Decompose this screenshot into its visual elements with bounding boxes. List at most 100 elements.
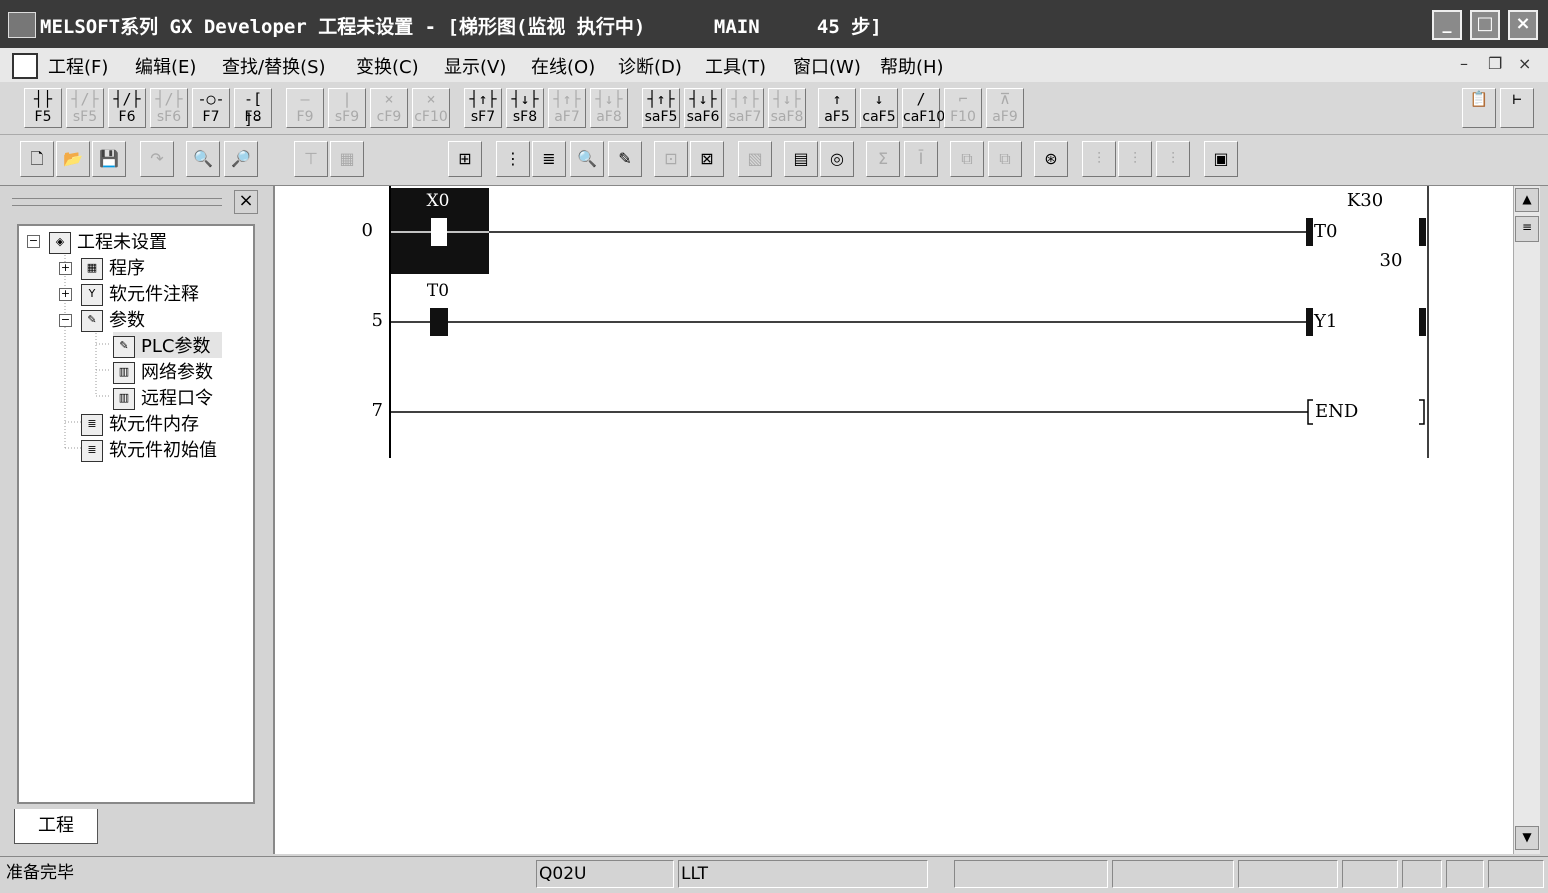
menu-project[interactable]: 工程(F) bbox=[48, 53, 108, 79]
tree-item-device-memory[interactable]: ≣ 软元件内存 bbox=[81, 410, 199, 436]
scroll-up-icon[interactable]: ▲ bbox=[1515, 188, 1539, 212]
expand-icon[interactable]: + bbox=[59, 262, 72, 275]
coil-t0-right-bracket bbox=[1419, 218, 1426, 246]
closed-contact-button[interactable]: ┤/├ F6 bbox=[108, 88, 146, 128]
print-icon[interactable]: ▦ bbox=[330, 141, 364, 177]
falling-pulse-closed-button[interactable]: ┤↓├ saF6 bbox=[684, 88, 722, 128]
batch-monitor-icon[interactable]: ▤ bbox=[784, 141, 818, 177]
minimize-button[interactable]: _ bbox=[1432, 10, 1462, 40]
tree-item-remote-password[interactable]: ▥ 远程口令 bbox=[113, 384, 213, 410]
list-view-icon[interactable]: ≣ bbox=[532, 141, 566, 177]
menu-online[interactable]: 在线(O) bbox=[531, 53, 595, 79]
parallel-closed-contact-button[interactable]: ┤/├ sF6 bbox=[150, 88, 188, 128]
save-icon[interactable]: 💾 bbox=[92, 141, 126, 177]
delete-line-button[interactable]: ⊼ aF9 bbox=[986, 88, 1024, 128]
step-run-icon[interactable]: ⫶ bbox=[1082, 141, 1116, 177]
diagnostics-icon[interactable]: ⊛ bbox=[1034, 141, 1068, 177]
network-icon: ▥ bbox=[113, 362, 135, 384]
window-icon[interactable]: ▣ bbox=[1204, 141, 1238, 177]
open-contact-button[interactable]: ┤├ F5 bbox=[24, 88, 62, 128]
zoom-out-icon[interactable]: 🔎 bbox=[224, 141, 258, 177]
monitor-icon[interactable]: 🔍 bbox=[570, 141, 604, 177]
vertical-line-button[interactable]: | sF9 bbox=[328, 88, 366, 128]
mdi-close-button[interactable]: × bbox=[1518, 54, 1531, 73]
plc-read-icon[interactable]: ⊞ bbox=[448, 141, 482, 177]
status-cpu-type: Q02U bbox=[536, 860, 674, 888]
delete-horizontal-line-button[interactable]: × cF9 bbox=[370, 88, 408, 128]
write-mode-icon[interactable]: ✎ bbox=[608, 141, 642, 177]
tree-item-program[interactable]: ▦ 程序 bbox=[81, 254, 145, 280]
close-button[interactable]: × bbox=[1508, 10, 1538, 40]
rising-pulse-closed-button[interactable]: ┤↑├ saF5 bbox=[642, 88, 680, 128]
parallel-rising-pulse-closed-button[interactable]: ┤↑├ saF7 bbox=[726, 88, 764, 128]
ladder-editor[interactable]: 0 X0 K30 T0 30 5 T0 Y1 7 END bbox=[273, 186, 1515, 854]
scroll-thumb[interactable]: ≡ bbox=[1515, 216, 1539, 242]
parallel-falling-pulse-button[interactable]: ┤↓├ aF8 bbox=[590, 88, 628, 128]
menu-window[interactable]: 窗口(W) bbox=[793, 53, 861, 79]
ladder-view-icon[interactable]: ⋮ bbox=[496, 141, 530, 177]
tree-item-plc-parameter[interactable]: ✎ PLC参数 bbox=[113, 332, 223, 358]
open-folder-icon[interactable]: 📂 bbox=[56, 141, 90, 177]
coil-button[interactable]: -○- F7 bbox=[192, 88, 230, 128]
menu-convert[interactable]: 变换(C) bbox=[356, 53, 419, 79]
comment-icon[interactable]: ▧ bbox=[738, 141, 772, 177]
tab-project[interactable]: 工程 bbox=[14, 809, 98, 844]
maximize-button[interactable]: □ bbox=[1470, 10, 1500, 40]
tree-item-parameter[interactable]: ✎ 参数 bbox=[81, 306, 145, 332]
operation-rising-button[interactable]: ↑ aF5 bbox=[818, 88, 856, 128]
panel-grip[interactable] bbox=[12, 198, 222, 206]
operation-falling-button[interactable]: ↓ caF5 bbox=[860, 88, 898, 128]
document-icon[interactable] bbox=[12, 53, 38, 79]
falling-pulse-button[interactable]: ┤↓├ sF8 bbox=[506, 88, 544, 128]
menu-find-replace[interactable]: 查找/替换(S) bbox=[222, 53, 326, 79]
tree-item-device-comment[interactable]: Y 软元件注释 bbox=[81, 280, 199, 306]
print-preview-icon[interactable]: ⊤ bbox=[294, 141, 328, 177]
operation-invert-button[interactable]: / caF10 bbox=[902, 88, 945, 128]
tree-root[interactable]: ◈ 工程未设置 bbox=[49, 228, 167, 254]
entry-data-monitor-icon[interactable]: ◎ bbox=[820, 141, 854, 177]
panel-close-icon[interactable]: × bbox=[234, 190, 258, 214]
mdi-minimize-button[interactable]: – bbox=[1460, 54, 1468, 73]
menu-diagnostics[interactable]: 诊断(D) bbox=[618, 53, 682, 79]
device-test-icon[interactable]: ⊠ bbox=[690, 141, 724, 177]
app-icon[interactable] bbox=[8, 12, 36, 38]
ladder-symbol-toolbar: ┤├ F5 ┤/├ sF5 ┤/├ F6 ┤/├ sF6 -○- F7 -[ ]- F8 —… bbox=[0, 82, 1548, 202]
collapse-icon[interactable]: − bbox=[59, 314, 72, 327]
tree-view-icon[interactable]: ⊢ bbox=[1500, 88, 1534, 128]
offline-icon[interactable]: ⧉ bbox=[950, 141, 984, 177]
horizontal-line-button[interactable]: — F9 bbox=[286, 88, 324, 128]
rising-pulse-button[interactable]: ┤↑├ sF7 bbox=[464, 88, 502, 128]
scroll-down-icon[interactable]: ▼ bbox=[1515, 826, 1539, 850]
window-title: MELSOFT系列 GX Developer 工程未设置 - [梯形图(监视 执… bbox=[40, 16, 882, 38]
program-icon: ▦ bbox=[81, 258, 103, 280]
mdi-restore-button[interactable]: ❐ bbox=[1488, 54, 1502, 73]
monitor-write-icon[interactable]: ⊡ bbox=[654, 141, 688, 177]
parallel-falling-pulse-closed-button[interactable]: ┤↓├ saF8 bbox=[768, 88, 806, 128]
menu-help[interactable]: 帮助(H) bbox=[880, 53, 944, 79]
parallel-rising-pulse-button[interactable]: ┤↑├ aF7 bbox=[548, 88, 586, 128]
menu-tools[interactable]: 工具(T) bbox=[705, 53, 766, 79]
vertical-scrollbar[interactable]: ▲ ≡ ▼ bbox=[1513, 186, 1540, 854]
new-file-icon[interactable]: 🗋 bbox=[20, 141, 54, 177]
convert-icon[interactable]: Σ bbox=[866, 141, 900, 177]
skip-run-icon[interactable]: ⫶ bbox=[1156, 141, 1190, 177]
parallel-open-contact-button[interactable]: ┤/├ sF5 bbox=[66, 88, 104, 128]
tree-item-device-init[interactable]: ≣ 软元件初始值 bbox=[81, 436, 217, 462]
instruction-button[interactable]: -[ ]- F8 bbox=[234, 88, 272, 128]
resize-grip[interactable] bbox=[1488, 860, 1544, 888]
online-icon[interactable]: ⧉ bbox=[988, 141, 1022, 177]
status-field-1 bbox=[954, 860, 1108, 888]
status-connection: LLT bbox=[678, 860, 928, 888]
delete-vertical-line-button[interactable]: × cF10 bbox=[412, 88, 450, 128]
clipboard-icon[interactable]: 📋 bbox=[1462, 88, 1496, 128]
collapse-icon[interactable]: − bbox=[27, 235, 40, 248]
redo-icon[interactable]: ↷ bbox=[140, 141, 174, 177]
zoom-in-icon[interactable]: 🔍 bbox=[186, 141, 220, 177]
menu-edit[interactable]: 编辑(E) bbox=[135, 53, 196, 79]
partial-run-icon[interactable]: ⫶ bbox=[1118, 141, 1152, 177]
draw-line-button[interactable]: ⌐ F10 bbox=[944, 88, 982, 128]
convert-all-icon[interactable]: Ī bbox=[904, 141, 938, 177]
menu-view[interactable]: 显示(V) bbox=[444, 53, 506, 79]
tree-item-network-parameter[interactable]: ▥ 网络参数 bbox=[113, 358, 213, 384]
expand-icon[interactable]: + bbox=[59, 288, 72, 301]
